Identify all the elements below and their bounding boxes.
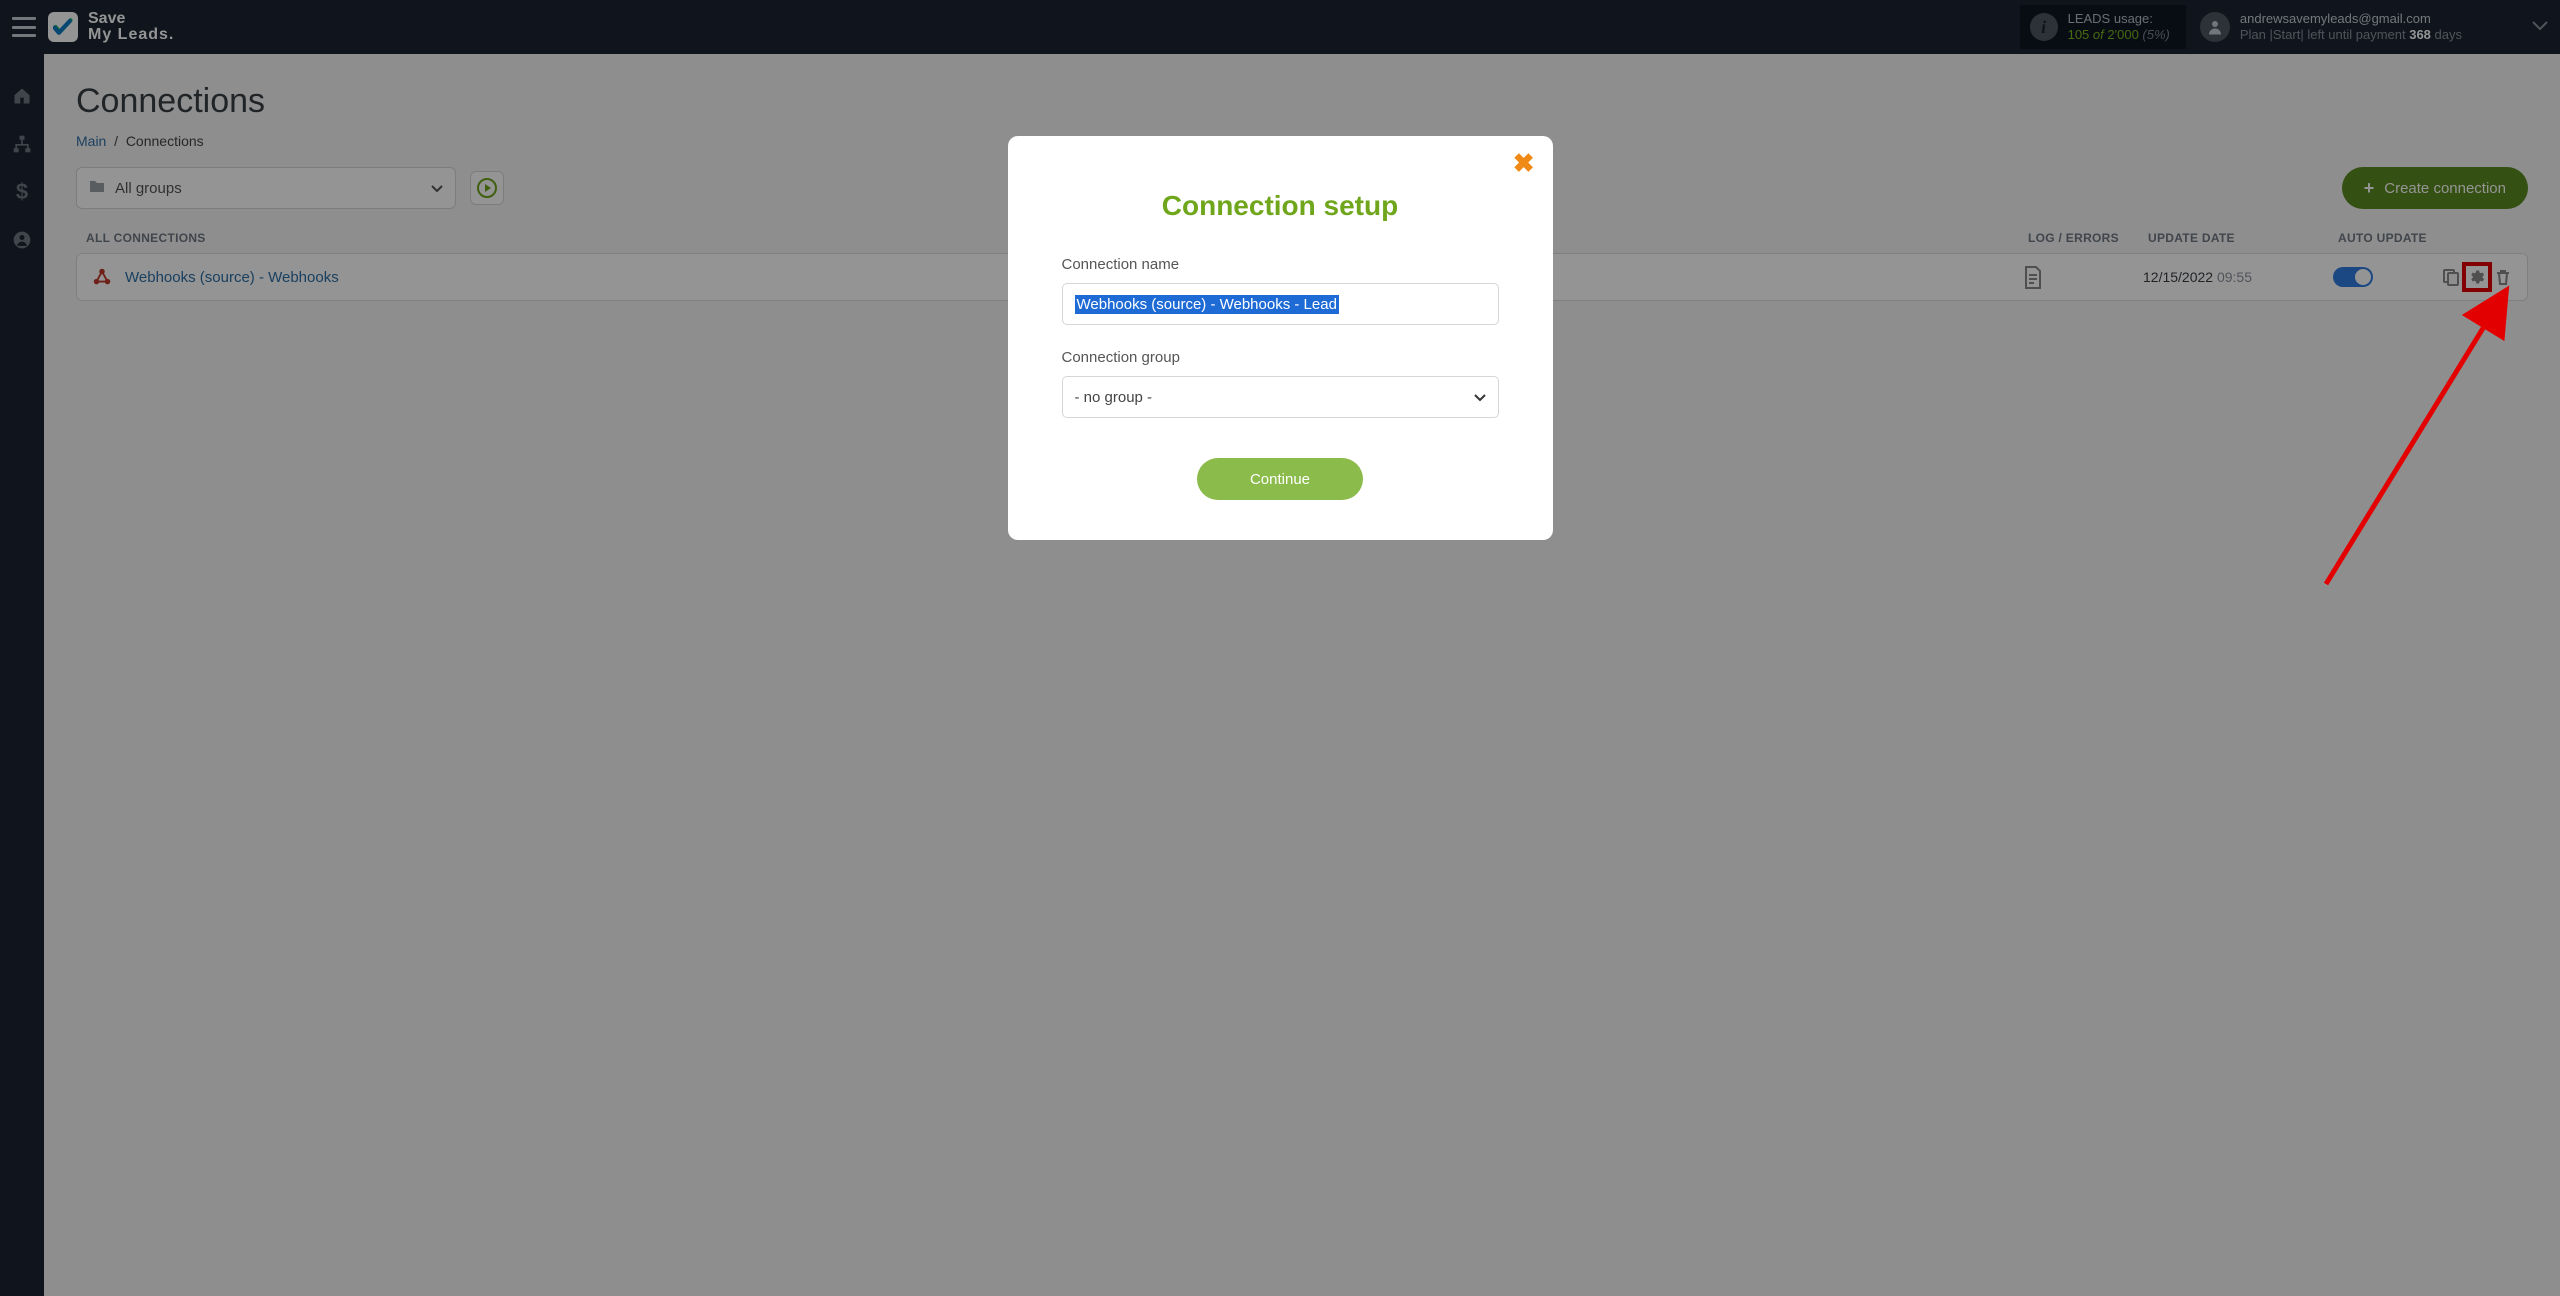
connection-setup-modal: ✖ Connection setup Connection name Webho…: [1008, 136, 1553, 540]
connection-name-input[interactable]: Webhooks (source) - Webhooks - Lead: [1062, 283, 1499, 325]
close-icon[interactable]: ✖: [1513, 150, 1535, 176]
connection-name-label: Connection name: [1062, 256, 1499, 273]
caret-down-icon: [1474, 389, 1486, 406]
connection-group-select[interactable]: - no group -: [1062, 376, 1499, 418]
connection-group-label: Connection group: [1062, 349, 1499, 366]
modal-title: Connection setup: [1062, 190, 1499, 222]
modal-backdrop[interactable]: ✖ Connection setup Connection name Webho…: [0, 0, 2560, 1296]
continue-button[interactable]: Continue: [1197, 458, 1363, 500]
